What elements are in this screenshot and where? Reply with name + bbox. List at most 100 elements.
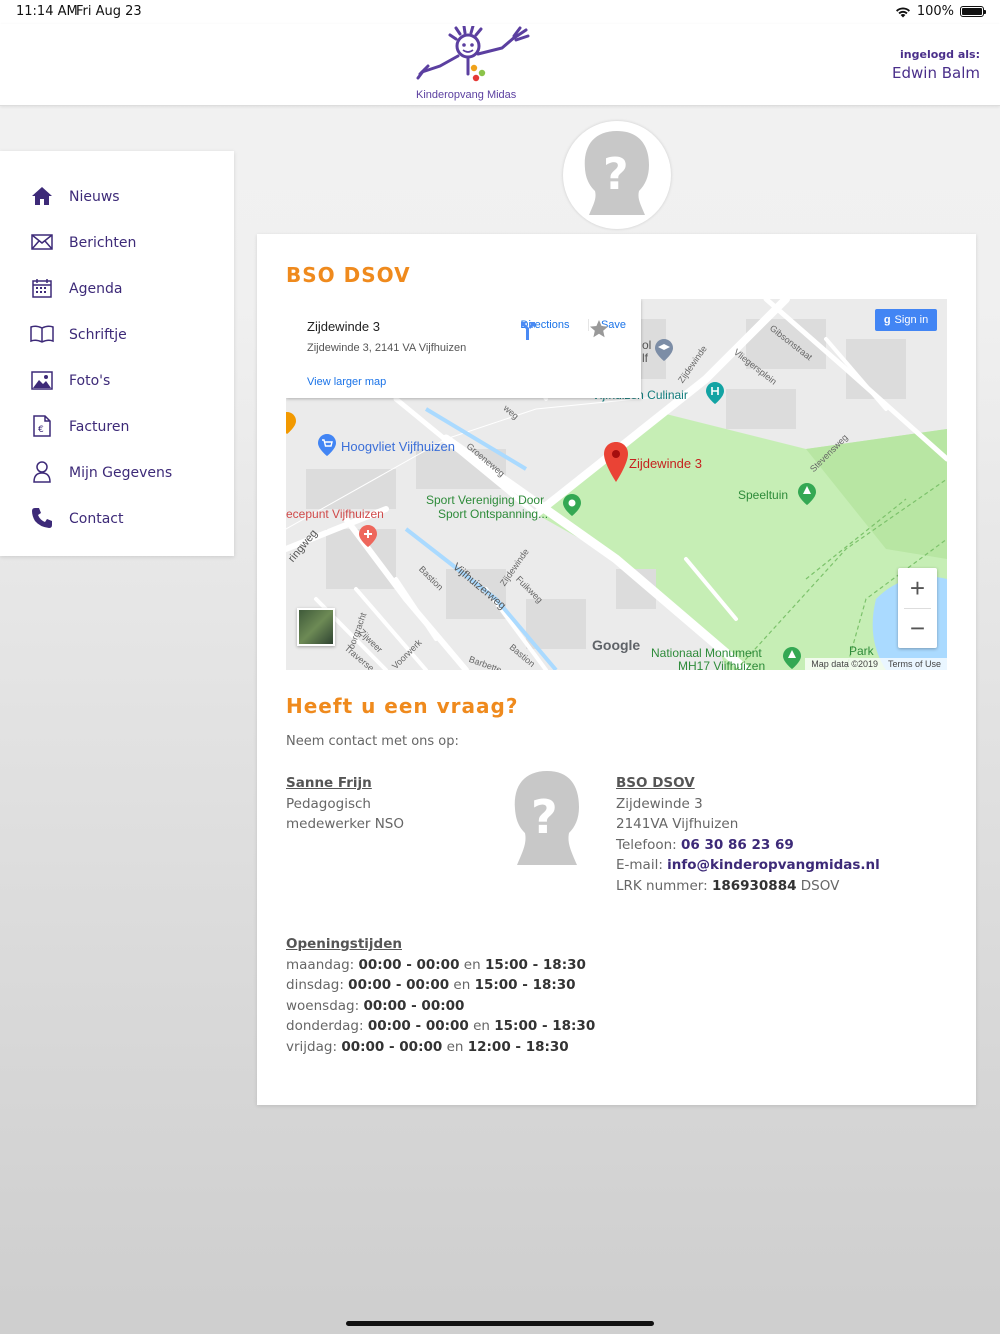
google-plus-icon: g [883,314,891,326]
wifi-icon [895,7,910,17]
shopping-cart-icon[interactable] [318,434,336,456]
home-indicator[interactable] [346,1321,654,1326]
status-date: Fri Aug 23 [76,4,142,19]
email-link[interactable]: info@kinderopvangmidas.nl [667,857,880,873]
save-button[interactable]: Save [588,319,638,338]
zoom-out-button[interactable]: − [898,608,937,648]
map-marker-label[interactable]: Zijdewinde 3 [629,456,702,471]
sidebar: Nieuws Berichten Agenda Schriftje Foto's… [0,151,234,556]
contact-person-role-1: Pedagogisch [286,795,371,812]
hours-slot-1: 00:00 - 00:00 [367,1018,469,1034]
sidebar-item-berichten[interactable]: Berichten [30,227,136,257]
login-label: ingelogd als: [900,48,980,61]
sidebar-item-label: Foto's [69,373,111,389]
organization-phone-row: Telefoon: 06 30 86 23 69 [616,835,880,856]
sidebar-item-fotos[interactable]: Foto's [30,365,110,395]
hours-slot-2: 15:00 - 18:30 [494,1018,596,1034]
hours-slot-2: 15:00 - 18:30 [474,977,576,993]
sidebar-item-label: Contact [69,511,124,527]
map[interactable]: Hoogvliet Vijfhuizen Sport Vereniging Do… [286,299,947,670]
home-icon [30,184,54,208]
phone-link[interactable]: 06 30 86 23 69 [681,837,794,853]
sidebar-item-label: Nieuws [69,189,120,205]
sidebar-item-label: Berichten [69,235,137,251]
map-sign-in-button[interactable]: g Sign in [875,309,937,331]
hours-row-tuesday: dinsdag: 00:00 - 00:00 en 15:00 - 18:30 [286,975,595,996]
school-pin-icon[interactable] [655,339,673,361]
hours-joiner: en [453,977,471,993]
hours-joiner: en [463,956,481,973]
svg-text:?: ? [531,790,558,844]
login-info: ingelogd als: Edwin Balm [892,48,980,82]
map-place-speeltuin[interactable]: Speeltuin [738,488,788,502]
star-icon [590,320,608,338]
lrk-suffix: DSOV [800,877,840,894]
hours-slot-2: 15:00 - 18:30 [484,956,586,973]
hours-slot-1: 00:00 - 00:00 [341,1038,443,1055]
zoom-divider [904,608,931,609]
map-info-popup: Zijdewinde 3 Zijdewinde 3, 2141 VA Vijfh… [286,299,641,398]
contact-avatar: ? [507,769,587,869]
invoice-icon: € [30,414,54,438]
envelope-icon [30,230,54,254]
map-place-hoogvliet[interactable]: Hoogvliet Vijfhuizen [341,439,455,454]
pharmacy-pin-icon[interactable] [359,525,377,547]
status-time: 11:14 AM [16,4,78,19]
tree-pin-icon[interactable] [798,483,816,505]
contact-person-role-2: medewerker NSO [286,816,405,832]
sidebar-item-nieuws[interactable]: Nieuws [30,181,120,211]
map-place-park[interactable]: Park [849,644,874,658]
location-avatar: ? [563,121,671,229]
location-title: BSO DSOV [286,263,411,287]
organization-info: BSO DSOV Zijdewinde 3 2141VA Vijfhuizen … [616,773,880,896]
culinair-pin-icon[interactable] [706,382,724,404]
unknown-person-icon: ? [514,771,579,865]
map-place-monument-2[interactable]: MH17 Vijfhuizen [678,659,765,670]
zoom-in-button[interactable]: + [898,568,937,608]
lrk-number: 186930884 [711,877,797,894]
restaurant-pin-icon[interactable] [286,412,296,434]
app-header: Kinderopvang Midas ingelogd als: Edwin B… [0,24,1000,106]
sidebar-item-facturen[interactable]: € Facturen [30,411,129,441]
sign-in-label: Sign in [894,314,929,326]
logo-figure-icon [416,24,530,82]
svg-text:€: € [38,425,44,435]
user-name[interactable]: Edwin Balm [892,64,980,82]
sidebar-item-label: Facturen [69,419,130,435]
map-place-monument-1[interactable]: Nationaal Monument [651,646,762,660]
location-marker-icon[interactable] [604,442,628,482]
map-attribution: Map data ©2019 Terms of Use [805,658,947,670]
terms-of-use-link[interactable]: Terms of Use [888,659,941,669]
opening-hours-title: Openingstijden [286,936,402,952]
sidebar-item-label: Mijn Gegevens [69,465,173,481]
park-pin-icon[interactable] [563,494,581,516]
satellite-toggle-button[interactable] [297,608,335,646]
hours-joiner: en [446,1038,464,1055]
map-data-label: Map data ©2019 [811,659,878,669]
directions-icon [521,322,535,340]
hours-day: donderdag: [286,1018,364,1034]
map-place-school-2: lf [642,351,648,365]
monument-pin-icon[interactable] [783,647,801,669]
sidebar-item-agenda[interactable]: Agenda [30,273,122,303]
organization-name: BSO DSOV [616,775,695,791]
sidebar-item-schriftje[interactable]: Schriftje [30,319,127,349]
book-icon [30,322,54,346]
map-place-sport-2[interactable]: Sport Ontspanning... [438,507,548,521]
logo[interactable]: Kinderopvang Midas [410,24,540,104]
hours-row-monday: maandag: 00:00 - 00:00 en 15:00 - 18:30 [286,955,595,976]
google-logo-text: Google [592,637,641,653]
sidebar-item-mijn-gegevens[interactable]: Mijn Gegevens [30,457,172,487]
map-place-cepunt[interactable]: ecepunt Vijfhuizen [286,507,384,521]
user-icon [30,460,54,484]
view-larger-map-link[interactable]: View larger map [307,376,386,388]
sidebar-item-contact[interactable]: Contact [30,503,123,533]
contact-person-name: Sanne Frijn [286,775,372,791]
directions-button[interactable]: Directions [518,319,572,340]
map-place-sport-1[interactable]: Sport Vereniging Door [426,493,544,507]
organization-lrk-row: LRK nummer: 186930884 DSOV [616,876,880,897]
hours-slot-1: 00:00 - 00:00 [363,997,465,1014]
hours-day: vrijdag: [286,1038,338,1055]
hours-day: dinsdag: [286,977,344,993]
hours-joiner: en [473,1018,490,1034]
